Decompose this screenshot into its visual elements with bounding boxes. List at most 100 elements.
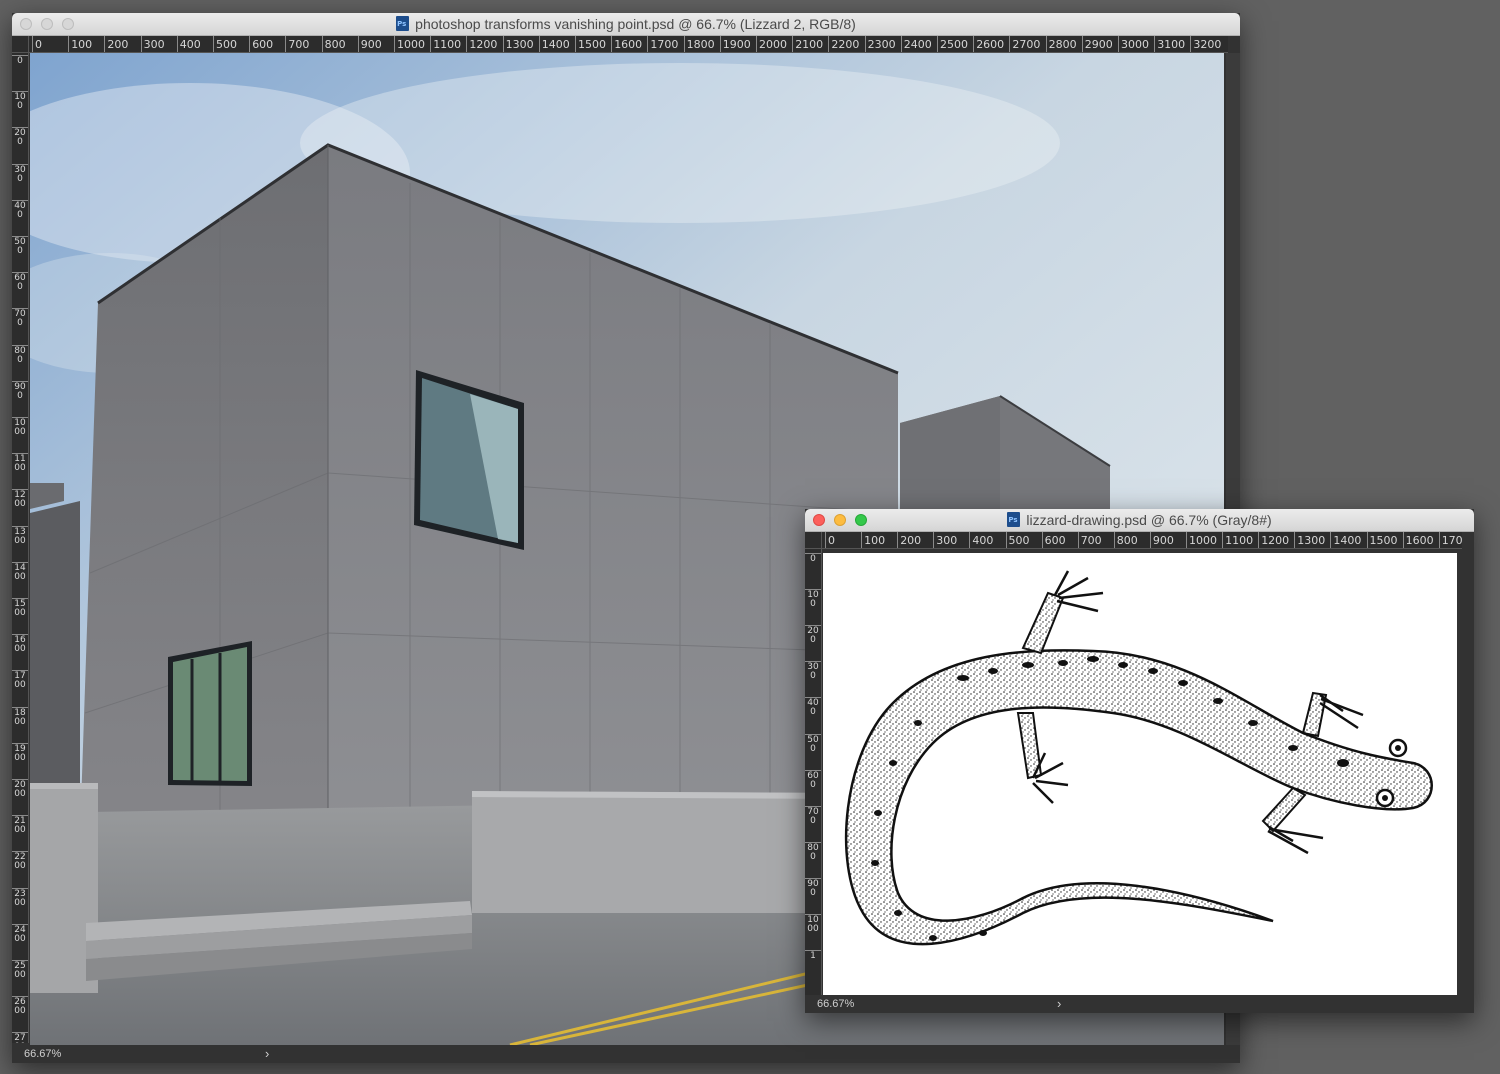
ruler-tick-label: 2200 bbox=[12, 851, 28, 871]
ruler-tick-label: 1100 bbox=[12, 453, 28, 473]
ruler-tick-label: 400 bbox=[12, 199, 28, 220]
ruler-tick-label: 200 bbox=[12, 127, 28, 147]
ruler-tick-label: 3200 bbox=[1190, 36, 1221, 52]
ruler-tick-label: 0 bbox=[32, 36, 42, 52]
ruler-tick-label: 2200 bbox=[828, 36, 859, 52]
ruler-tick-label: 2700 bbox=[1009, 36, 1040, 52]
ruler-tick-label: 1900 bbox=[719, 36, 751, 52]
ruler-tick-label: 2000 bbox=[12, 779, 28, 799]
ruler-tick-label: 2800 bbox=[1045, 36, 1077, 52]
ruler-tick-label: 2600 bbox=[12, 996, 28, 1016]
ruler-tick-label: 3000 bbox=[1118, 36, 1149, 52]
ruler-tick-label: 500 bbox=[1005, 532, 1030, 548]
ruler-tick-label: 2000 bbox=[756, 36, 787, 52]
ruler-tick-label: 100 bbox=[805, 589, 821, 609]
vertical-ruler[interactable]: 0 100 200 300 400 500 600 700 800 900 1000 1 bbox=[805, 549, 822, 995]
ruler-tick-label: 800 bbox=[12, 344, 28, 365]
chevron-right-icon[interactable]: › bbox=[265, 1046, 269, 1061]
ruler-tick-label: 1100 bbox=[1222, 532, 1253, 548]
ruler-tick-label: 1900 bbox=[12, 742, 28, 763]
ruler-tick-label: 1200 bbox=[1258, 532, 1289, 548]
ruler-tick-label: 1000 bbox=[12, 417, 28, 437]
ruler-tick-label: 600 bbox=[805, 769, 821, 790]
ruler-corner[interactable] bbox=[805, 532, 822, 549]
ruler-tick-label: 2500 bbox=[12, 960, 28, 980]
ruler-tick-label: 2500 bbox=[937, 36, 968, 52]
ruler-tick-label: 1500 bbox=[1366, 532, 1398, 548]
vertical-ruler[interactable]: 0 100 200 300 400 500 600 700 800 900 1000 1100 1200… bbox=[12, 53, 29, 1043]
horizontal-ruler[interactable]: 0 100 200 300 400 500 600 700 800 900 1000 1100 1200… bbox=[822, 532, 1462, 549]
ruler-tick-label: 800 bbox=[805, 841, 821, 862]
ruler-tick-label: 800 bbox=[321, 36, 346, 52]
ruler-tick-label: 800 bbox=[1113, 532, 1138, 548]
horizontal-ruler[interactable]: 0 100 200 300 400 500 600 700 800 900 1000 1100 1200… bbox=[29, 36, 1228, 53]
ruler-tick-label: 2300 bbox=[12, 887, 28, 908]
ruler-tick-label: 400 bbox=[969, 532, 993, 548]
lizard-illustration bbox=[844, 570, 1433, 946]
ruler-tick-label: 1100 bbox=[430, 36, 461, 52]
ruler-tick-label: 1400 bbox=[1330, 532, 1361, 548]
ruler-tick-label: 2100 bbox=[12, 815, 28, 835]
ruler-tick-label: 1300 bbox=[12, 525, 28, 546]
ruler-tick-label: 100 bbox=[12, 91, 28, 111]
ruler-tick-label: 400 bbox=[176, 36, 201, 52]
ruler-tick-label: 2300 bbox=[864, 36, 896, 52]
ruler-tick-label: 1600 bbox=[1402, 532, 1434, 548]
ruler-tick-label: 900 bbox=[357, 36, 382, 52]
ruler-corner[interactable] bbox=[12, 36, 29, 53]
ruler-tick-label: 1500 bbox=[12, 598, 28, 618]
ruler-tick-label: 2100 bbox=[792, 36, 823, 52]
ruler-tick-label: 1000 bbox=[805, 914, 821, 934]
ruler-tick-label: 3100 bbox=[1154, 36, 1185, 52]
ruler-tick-label: 1700 bbox=[647, 36, 678, 52]
ruler-tick-label: 2600 bbox=[973, 36, 1004, 52]
drawing-title-bar[interactable]: lizzard-drawing.psd @ 66.7% (Gray/8#) bbox=[805, 509, 1474, 532]
ruler-tick-label: 300 bbox=[12, 163, 28, 184]
ruler-tick-label: 700 bbox=[805, 805, 821, 826]
ruler-tick-label: 1800 bbox=[683, 36, 715, 52]
ruler-tick-label: 900 bbox=[1149, 532, 1174, 548]
drawing-status-bar: 66.67% › bbox=[805, 995, 1474, 1013]
ruler-tick-label: 600 bbox=[249, 36, 273, 52]
ruler-tick-label: 600 bbox=[12, 272, 28, 292]
photoshop-file-icon bbox=[396, 16, 410, 31]
drawing-document-window: lizzard-drawing.psd @ 66.7% (Gray/8#) 0 1… bbox=[805, 509, 1474, 1013]
ruler-tick-label: 1300 bbox=[502, 36, 534, 52]
ruler-tick-label: 1400 bbox=[12, 561, 28, 582]
ruler-tick-label: 2400 bbox=[900, 36, 932, 52]
ruler-tick-label: 1400 bbox=[538, 36, 570, 52]
drawing-canvas[interactable] bbox=[823, 553, 1457, 995]
ruler-tick-label: 700 bbox=[285, 36, 309, 52]
ruler-tick-label: 300 bbox=[140, 36, 165, 52]
main-zoom-level[interactable]: 66.67% bbox=[24, 1048, 61, 1060]
ruler-tick-label: 1000 bbox=[1186, 532, 1217, 548]
drawing-zoom-level[interactable]: 66.67% bbox=[817, 998, 854, 1010]
ruler-tick-label: 2700 bbox=[12, 1032, 28, 1043]
ruler-tick-label: 500 bbox=[12, 236, 28, 256]
ruler-tick-label: 600 bbox=[1041, 532, 1066, 548]
ruler-tick-label: 300 bbox=[933, 532, 957, 548]
drawing-window-title-wrap: lizzard-drawing.psd @ 66.7% (Gray/8#) bbox=[805, 512, 1474, 528]
chevron-right-icon[interactable]: › bbox=[1057, 996, 1061, 1011]
ruler-tick-label: 400 bbox=[805, 697, 821, 717]
ruler-tick-label: 0 bbox=[825, 532, 835, 548]
main-window-title: photoshop transforms vanishing point.psd… bbox=[415, 16, 856, 32]
ruler-tick-label: 1600 bbox=[611, 36, 642, 52]
ruler-tick-label: 1 bbox=[805, 950, 821, 961]
ruler-tick-label: 1200 bbox=[12, 489, 28, 509]
ruler-tick-label: 2400 bbox=[12, 923, 28, 944]
photoshop-file-icon bbox=[1007, 512, 1021, 527]
ruler-tick-label: 1300 bbox=[1294, 532, 1325, 548]
ruler-tick-label: 2900 bbox=[1081, 36, 1113, 52]
ruler-tick-label: 200 bbox=[104, 36, 128, 52]
drawing-window-title: lizzard-drawing.psd @ 66.7% (Gray/8#) bbox=[1026, 512, 1272, 528]
ruler-tick-label: 100 bbox=[861, 532, 885, 548]
ruler-tick-label: 1500 bbox=[575, 36, 606, 52]
main-title-bar[interactable]: photoshop transforms vanishing point.psd… bbox=[12, 13, 1240, 36]
ruler-tick-label: 700 bbox=[12, 308, 28, 328]
ruler-tick-label: 1800 bbox=[12, 706, 28, 727]
ruler-tick-label: 900 bbox=[805, 877, 821, 898]
ruler-tick-label: 100 bbox=[68, 36, 92, 52]
main-status-bar: 66.67% › bbox=[12, 1045, 1240, 1063]
ruler-tick-label: 500 bbox=[805, 733, 821, 754]
